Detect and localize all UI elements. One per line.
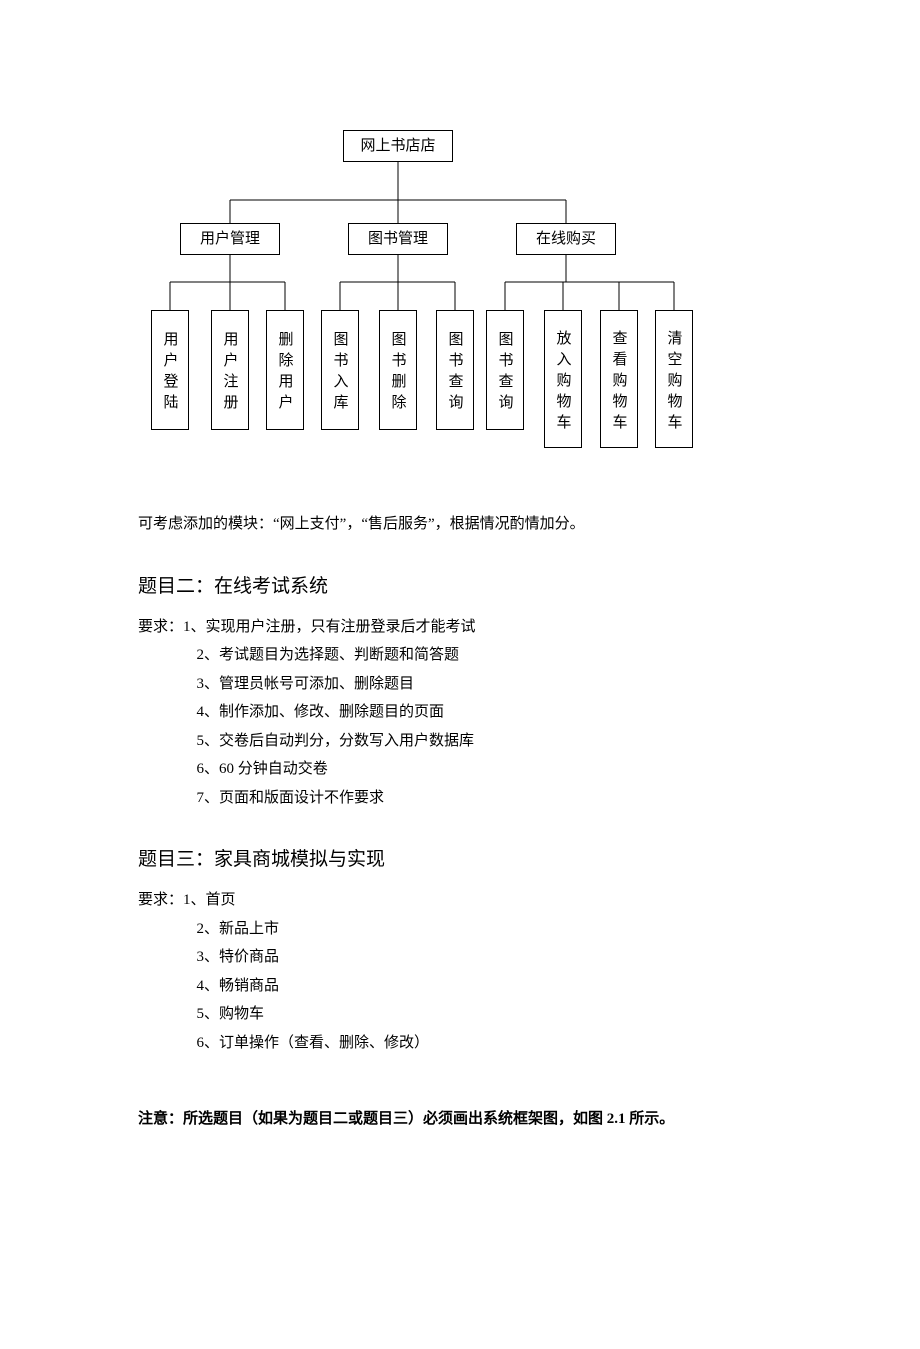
chart-leaf-buy-view-cart: 查看购物车 (600, 310, 638, 448)
topic2-req-lead: 要求： (138, 619, 183, 635)
chart-leaf-buy-add-cart: 放入购物车 (544, 310, 582, 448)
topic3-req-2: 2、新品上市 (197, 915, 801, 944)
topic3-req-lead: 要求： (138, 892, 183, 908)
topic2-req-7: 7、页面和版面设计不作要求 (197, 784, 801, 813)
topic2-req-3: 3、管理员帐号可添加、删除题目 (197, 670, 801, 699)
chart-leaf-user-delete: 删除用户 (266, 310, 304, 430)
chart-branch-user-mgmt: 用户管理 (180, 223, 280, 255)
org-chart: 网上书店店 用户管理 图书管理 在线购买 用户登陆 用户注册 删除用户 图书入库… (140, 120, 700, 450)
topic2-req-5: 5、交卷后自动判分，分数写入用户数据库 (197, 727, 801, 756)
topic3-req-3: 3、特价商品 (197, 943, 801, 972)
topic3-req-5: 5、购物车 (197, 1000, 801, 1029)
topic2-title: 题目二：在线考试系统 (138, 569, 800, 605)
chart-branch-online-buy: 在线购买 (516, 223, 616, 255)
topic3-req-1: 1、首页 (183, 892, 236, 908)
chart-leaf-user-login: 用户登陆 (151, 310, 189, 430)
chart-leaf-book-delete: 图书删除 (379, 310, 417, 430)
topic2-req-2: 2、考试题目为选择题、判断题和简答题 (197, 641, 801, 670)
chart-leaf-book-query: 图书查询 (436, 310, 474, 430)
topic3-title: 题目三：家具商城模拟与实现 (138, 842, 800, 878)
chart-root: 网上书店店 (343, 130, 453, 162)
topic3-requirements: 要求：1、首页 2、新品上市 3、特价商品 4、畅销商品 5、购物车 6、订单操… (138, 886, 800, 1057)
chart-leaf-user-register: 用户注册 (211, 310, 249, 430)
chart-branch-book-mgmt: 图书管理 (348, 223, 448, 255)
module-note: 可考虑添加的模块：“网上支付”，“售后服务”，根据情况酌情加分。 (138, 510, 800, 539)
chart-leaf-buy-query: 图书查询 (486, 310, 524, 430)
topic2-req-4: 4、制作添加、修改、删除题目的页面 (197, 698, 801, 727)
topic3-req-4: 4、畅销商品 (197, 972, 801, 1001)
chart-leaf-buy-clear-cart: 清空购物车 (655, 310, 693, 448)
topic2-requirements: 要求：1、实现用户注册，只有注册登录后才能考试 2、考试题目为选择题、判断题和简… (138, 613, 800, 813)
topic2-req-1: 1、实现用户注册，只有注册登录后才能考试 (183, 619, 476, 635)
chart-leaf-book-in: 图书入库 (321, 310, 359, 430)
note: 注意：所选题目（如果为题目二或题目三）必须画出系统框架图，如图 2.1 所示。 (138, 1105, 800, 1134)
topic2-req-6: 6、60 分钟自动交卷 (197, 755, 801, 784)
topic3-req-6: 6、订单操作（查看、删除、修改） (197, 1029, 801, 1058)
